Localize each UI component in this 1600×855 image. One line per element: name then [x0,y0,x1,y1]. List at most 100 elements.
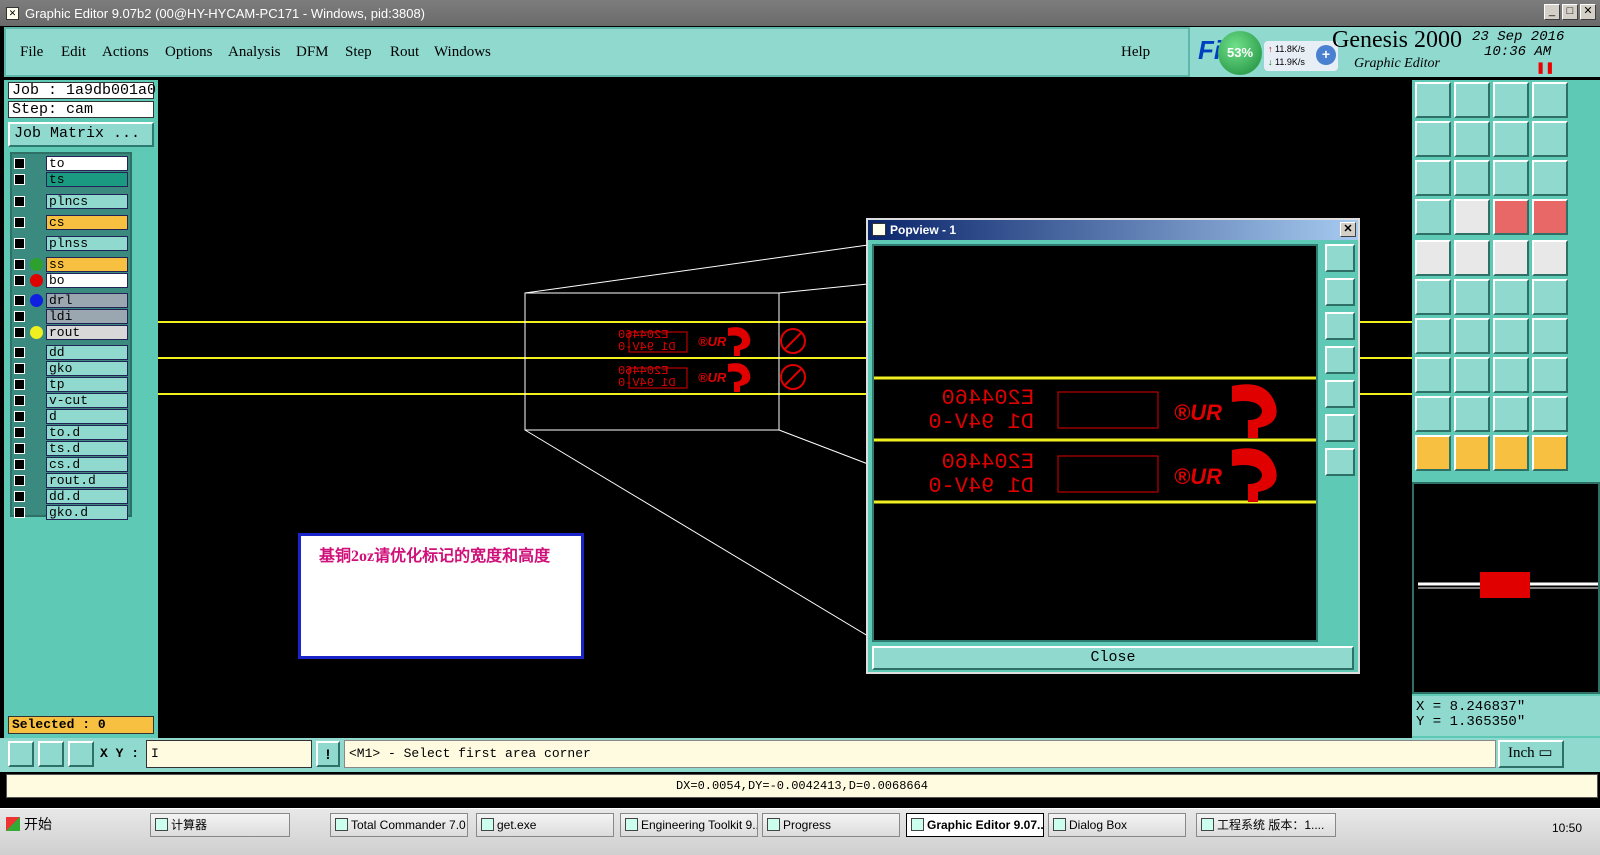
triangle-outline-icon[interactable] [1415,396,1451,432]
popview-pan-right-icon[interactable] [1325,380,1355,408]
snap-pad-icon[interactable] [1454,199,1490,235]
pan-left-icon[interactable] [1415,121,1451,157]
scale-ratio-icon[interactable] [1493,160,1529,196]
layer-row-ts.d[interactable]: ts.d [12,441,130,456]
units-select[interactable]: Inch ▭ [1498,740,1564,768]
fit-text-icon[interactable] [1532,318,1568,354]
layer-checkbox[interactable] [14,395,25,406]
layer-row-v-cut[interactable]: v-cut [12,393,130,408]
grid-mode-icon[interactable] [68,741,94,767]
layer-checkbox[interactable] [14,379,25,390]
triangle-flat-icon[interactable] [1532,396,1568,432]
select-box-icon[interactable] [1415,357,1451,393]
layer-checkbox[interactable] [14,427,25,438]
pointer-icon[interactable] [1415,435,1451,471]
layer-row-dd[interactable]: dd [12,345,130,360]
connect-nodes-icon[interactable] [1415,279,1451,315]
zoom-frame-icon[interactable] [1454,160,1490,196]
arrow-out-icon[interactable] [1532,279,1568,315]
move-down-icon[interactable] [1454,82,1490,118]
line-draw-icon[interactable] [1415,318,1451,354]
menu-edit[interactable]: Edit [61,44,86,61]
layer-checkbox[interactable] [14,275,25,286]
layer-checkbox[interactable] [14,347,25,358]
menu-windows[interactable]: Windows [434,44,491,61]
layer-checkbox[interactable] [14,363,25,374]
pan-right-icon[interactable] [1454,121,1490,157]
rotate-icon[interactable] [1493,318,1529,354]
home-icon[interactable] [1493,82,1529,118]
layer-row-tp[interactable]: tp [12,377,130,392]
layer-row-to[interactable]: to [12,156,130,171]
pointer-box-icon[interactable] [1454,435,1490,471]
layer-row-gko.d[interactable]: gko.d [12,505,130,520]
layer-checkbox[interactable] [14,459,25,470]
layer-row-ts[interactable]: ts [12,172,130,187]
triangle-filled-icon[interactable] [1454,396,1490,432]
popview-canvas[interactable]: E204460 D1 94V-0 ®UR E204460 D1 94V-0 ®U… [872,244,1318,642]
layers-stack-icon[interactable] [1532,121,1568,157]
line-angle-icon[interactable] [1454,240,1490,276]
taskbar-item[interactable]: Engineering Toolkit 9.... [620,813,758,837]
minimap[interactable] [1412,482,1600,694]
layer-row-ldi[interactable]: ldi [12,309,130,324]
pointer-multi-icon[interactable] [1532,435,1568,471]
layer-checkbox[interactable] [14,158,25,169]
menu-actions[interactable]: Actions [102,44,149,61]
menu-help[interactable]: Help [1121,44,1150,61]
popview-pan-up-icon[interactable] [1325,278,1355,306]
help-icon[interactable] [1532,160,1568,196]
layer-checkbox[interactable] [14,411,25,422]
maximize-button[interactable]: □ [1562,4,1578,20]
blue-squares-icon[interactable] [1532,357,1568,393]
palette-icon[interactable] [1415,199,1451,235]
layer-checkbox[interactable] [14,491,25,502]
popview-zoom-out-icon[interactable] [1325,448,1355,476]
layer-checkbox[interactable] [14,217,25,228]
layer-checkbox[interactable] [14,174,25,185]
layer-row-rout[interactable]: rout [12,325,130,340]
close-window-button[interactable]: ✕ [1580,4,1596,20]
layer-row-dd.d[interactable]: dd.d [12,489,130,504]
minimize-button[interactable]: _ [1544,4,1560,20]
popview-zoom-fit-icon[interactable] [1325,244,1355,272]
layer-row-rout.d[interactable]: rout.d [12,473,130,488]
alert-icon[interactable]: ! [316,741,340,767]
measure-bar-icon[interactable] [1493,357,1529,393]
layer-checkbox[interactable] [14,295,25,306]
grid-view-icon[interactable] [1532,82,1568,118]
fit-all-icon[interactable] [1415,160,1451,196]
cpu-gauge[interactable]: 53% [1218,31,1262,75]
layer-row-to.d[interactable]: to.d [12,425,130,440]
job-matrix-button[interactable]: Job Matrix ... [8,122,154,147]
circle-pad-icon[interactable] [1415,240,1451,276]
layer-row-d[interactable]: d [12,409,130,424]
taskbar-item[interactable]: Total Commander 7.0 ... [330,813,468,837]
layer-checkbox[interactable] [14,475,25,486]
layer-row-cs.d[interactable]: cs.d [12,457,130,472]
snap-mode-icon[interactable] [8,741,34,767]
popview-zoom-in-icon[interactable] [1325,414,1355,442]
taskbar-item[interactable]: Progress [762,813,900,837]
xy-coordinate-input[interactable]: I [146,740,312,768]
menu-step[interactable]: Step [345,44,372,61]
layer-checkbox[interactable] [14,443,25,454]
route-check-icon[interactable] [1532,199,1568,235]
layer-row-cs[interactable]: cs [12,215,130,230]
layer-checkbox[interactable] [14,259,25,270]
popview-pan-down-icon[interactable] [1325,312,1355,340]
cross-cut-icon[interactable] [1454,279,1490,315]
pause-icon[interactable]: ❚❚ [1536,61,1554,74]
layer-checkbox[interactable] [14,311,25,322]
menu-analysis[interactable]: Analysis [228,44,281,61]
layer-row-drl[interactable]: drl [12,293,130,308]
menu-file[interactable]: File [20,44,43,61]
taskbar-item[interactable]: 计算器 [150,813,290,837]
layer-row-ss[interactable]: ss [12,257,130,272]
layer-checkbox[interactable] [14,507,25,518]
layer-row-gko[interactable]: gko [12,361,130,376]
triangle-big-icon[interactable] [1493,396,1529,432]
ruler-icon[interactable] [1493,240,1529,276]
menu-options[interactable]: Options [165,44,213,61]
layer-row-bo[interactable]: bo [12,273,130,288]
